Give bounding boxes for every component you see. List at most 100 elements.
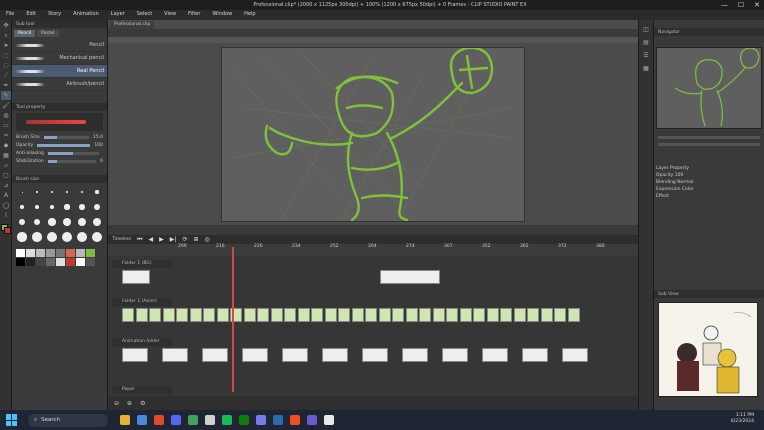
cel[interactable]: [402, 348, 428, 362]
navigator-controls[interactable]: [656, 132, 762, 162]
text-tool-icon[interactable]: A: [1, 191, 11, 200]
taskbar-app-icon[interactable]: [137, 415, 147, 425]
cel[interactable]: [365, 308, 377, 322]
taskbar-app-icon[interactable]: [222, 415, 232, 425]
palette-swatch[interactable]: [86, 258, 95, 266]
brush-size-option[interactable]: [91, 216, 103, 228]
cel[interactable]: [176, 308, 188, 322]
prev-frame-icon[interactable]: ◀: [149, 236, 154, 243]
cel[interactable]: [446, 308, 458, 322]
track-label[interactable]: Folder 1 (BG): [112, 260, 172, 268]
cel[interactable]: [459, 308, 472, 322]
brush-size-option[interactable]: [31, 216, 43, 228]
taskbar-app-icon[interactable]: [171, 415, 181, 425]
cel[interactable]: [122, 348, 148, 362]
zoom-tool-icon[interactable]: ⌕: [1, 31, 11, 40]
palette-swatch[interactable]: [56, 258, 65, 266]
brush-item[interactable]: Mechanical pencil: [12, 52, 107, 65]
palette-swatch[interactable]: [16, 258, 25, 266]
brush-size-option[interactable]: [31, 231, 43, 243]
cel[interactable]: [513, 308, 526, 322]
cel[interactable]: [419, 308, 431, 322]
brush-size-option[interactable]: [91, 201, 103, 213]
cel[interactable]: [405, 308, 418, 322]
canvas-tab[interactable]: Professional.clip: [110, 21, 155, 29]
brush-size-option[interactable]: [46, 231, 58, 243]
cel[interactable]: [380, 270, 440, 284]
brush-size-option[interactable]: [16, 216, 28, 228]
cel[interactable]: [338, 308, 350, 322]
balloon-tool-icon[interactable]: ◯: [1, 201, 11, 210]
cel[interactable]: [162, 308, 175, 322]
cel[interactable]: [540, 308, 553, 322]
cel[interactable]: [432, 308, 445, 322]
brush-size-option[interactable]: [91, 186, 103, 198]
move-tool-icon[interactable]: ✥: [1, 21, 11, 30]
cel[interactable]: [482, 348, 508, 362]
cel[interactable]: [297, 308, 310, 322]
brush-size-option[interactable]: [61, 186, 73, 198]
cel[interactable]: [324, 308, 337, 322]
taskbar-search[interactable]: ⌕ Search: [28, 413, 108, 427]
cel[interactable]: [486, 308, 499, 322]
menu-filter[interactable]: Filter: [182, 10, 206, 19]
cel[interactable]: [527, 308, 539, 322]
brush-tool-icon[interactable]: 🖌: [1, 101, 11, 110]
start-button[interactable]: [6, 414, 18, 426]
palette-swatch[interactable]: [36, 249, 45, 257]
tab-pencil[interactable]: Pencil: [14, 30, 36, 37]
brush-size-option[interactable]: [61, 216, 73, 228]
cel[interactable]: [554, 308, 566, 322]
track-label[interactable]: Folder 1 (Anim): [112, 298, 172, 306]
cel[interactable]: [442, 348, 468, 362]
playhead[interactable]: [232, 247, 234, 392]
pen-tool-icon[interactable]: ✒: [1, 81, 11, 90]
loop-icon[interactable]: ⟳: [182, 236, 187, 243]
palette-swatch[interactable]: [56, 249, 65, 257]
maximize-button[interactable]: ☐: [738, 0, 744, 10]
frame-ruler[interactable]: 209 216 226 234 252 264 274 307 352 362 372 380: [108, 244, 638, 256]
cel[interactable]: [202, 348, 228, 362]
property-stabilization[interactable]: Stabilization 6: [12, 157, 107, 165]
cel[interactable]: [282, 348, 308, 362]
brush-size-option[interactable]: [46, 201, 58, 213]
tab-pastel[interactable]: Pastel: [37, 30, 59, 37]
property-slider[interactable]: [47, 151, 99, 155]
reference-image[interactable]: [658, 302, 758, 397]
fill-tool-icon[interactable]: ◆: [1, 141, 11, 150]
property-brush-size[interactable]: Brush Size 15.0: [12, 133, 107, 141]
brush-size-option[interactable]: [61, 231, 73, 243]
brush-size-option[interactable]: [31, 201, 43, 213]
taskbar-app-icon[interactable]: [188, 415, 198, 425]
palette-swatch[interactable]: [36, 258, 45, 266]
property-anti-aliasing[interactable]: Anti-aliasing: [12, 149, 107, 157]
menu-select[interactable]: Select: [131, 10, 158, 19]
cel[interactable]: [242, 348, 268, 362]
cel[interactable]: [351, 308, 364, 322]
pencil-tool-icon[interactable]: ✎: [1, 91, 11, 100]
track-label[interactable]: Paper: [112, 386, 172, 394]
cel[interactable]: [122, 308, 134, 322]
figure-tool-icon[interactable]: ▱: [1, 161, 11, 170]
taskbar-app-icon[interactable]: [273, 415, 283, 425]
cel[interactable]: [257, 308, 269, 322]
brush-size-option[interactable]: [31, 186, 43, 198]
navigator-icon[interactable]: ◫: [639, 26, 653, 33]
palette-swatch[interactable]: [76, 249, 85, 257]
taskbar-app-icon[interactable]: [324, 415, 334, 425]
cel[interactable]: [135, 308, 148, 322]
cel[interactable]: [189, 308, 202, 322]
material-icon[interactable]: ▦: [639, 65, 653, 72]
brush-size-option[interactable]: [46, 216, 58, 228]
cel[interactable]: [162, 348, 188, 362]
cel[interactable]: [216, 308, 229, 322]
menu-view[interactable]: View: [158, 10, 182, 19]
taskbar-app-icon[interactable]: [239, 415, 249, 425]
brush-size-option[interactable]: [46, 186, 58, 198]
system-clock[interactable]: 1:11 PM 6/23/2024: [731, 413, 754, 425]
eraser-tool-icon[interactable]: ▭: [1, 121, 11, 130]
cel[interactable]: [567, 308, 580, 322]
zoom-out-icon[interactable]: ⊖: [114, 400, 119, 407]
brush-size-option[interactable]: [16, 201, 28, 213]
menu-edit[interactable]: Edit: [20, 10, 42, 19]
